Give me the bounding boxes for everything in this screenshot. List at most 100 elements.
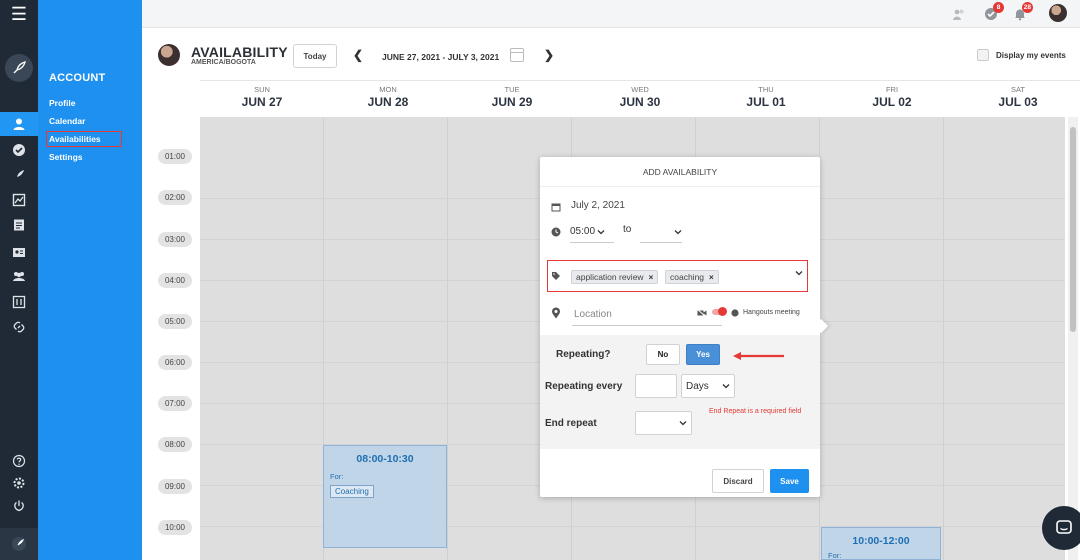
- day-header-sun: SUN JUN 27: [241, 85, 283, 109]
- event-time: 08:00-10:30: [356, 453, 414, 465]
- time-label: 10:00: [158, 520, 192, 535]
- team-icon[interactable]: [0, 264, 38, 288]
- tasks-check-icon[interactable]: 8: [982, 2, 1004, 23]
- calendar-scrollbar[interactable]: [1068, 117, 1078, 560]
- remove-tag-icon[interactable]: ×: [649, 273, 654, 282]
- date-range: JUNE 27, 2021 - JULY 3, 2021: [382, 52, 500, 62]
- notifications-badge: 28: [1021, 2, 1033, 13]
- display-events-checkbox[interactable]: [977, 49, 989, 61]
- chat-icon: [1056, 520, 1072, 534]
- hangouts-toggle[interactable]: [712, 307, 727, 316]
- time-label: 01:00: [158, 149, 192, 164]
- add-availability-modal: ADD AVAILABILITY July 2, 2021 05:00 to a…: [540, 157, 820, 497]
- clock-icon: [551, 227, 561, 237]
- day-header-fri: FRI JUL 02: [872, 85, 912, 109]
- calendar-picker-icon[interactable]: [510, 48, 524, 62]
- sidebar-item-availabilities[interactable]: Availabilities: [46, 131, 122, 147]
- chevron-down-icon: [679, 421, 687, 426]
- time-label: 06:00: [158, 355, 192, 370]
- repeating-label: Repeating?: [556, 349, 611, 360]
- sidebar-heading: ACCOUNT: [49, 72, 106, 84]
- video-off-icon: [697, 308, 707, 318]
- tasks-badge: 8: [993, 2, 1004, 13]
- time-label: 05:00: [158, 314, 192, 329]
- link-icon[interactable]: [0, 315, 38, 339]
- rocket-footer-icon: [0, 528, 38, 560]
- day-header-mon: MON JUN 28: [367, 85, 409, 109]
- icon-rail: ☰: [0, 0, 38, 560]
- timezone-label: AMERICA/BOGOTA: [191, 59, 256, 66]
- time-label: 08:00: [158, 437, 192, 452]
- display-events-label: Display my events: [996, 51, 1066, 60]
- gear-icon[interactable]: [0, 471, 38, 495]
- scrollbar-thumb[interactable]: [1070, 127, 1076, 332]
- hangouts-label: Hangouts meeting: [743, 309, 800, 316]
- to-label: to: [623, 224, 632, 235]
- rocket-icon[interactable]: [0, 163, 38, 187]
- top-bar: 8 28: [142, 0, 1080, 28]
- hamburger-menu-icon[interactable]: ☰: [0, 0, 38, 28]
- end-repeat-select[interactable]: [635, 411, 692, 435]
- event-block-friday[interactable]: 10:00-12:00 For:: [821, 527, 941, 560]
- help-icon[interactable]: [0, 449, 38, 473]
- annotation-arrow-icon: [733, 352, 784, 360]
- repeat-unit-select[interactable]: Days: [681, 374, 735, 398]
- sidebar-item-settings[interactable]: Settings: [49, 152, 83, 162]
- next-week-arrow-icon[interactable]: ❯: [544, 48, 554, 62]
- end-repeat-label: End repeat: [545, 418, 597, 429]
- sidebar-item-calendar[interactable]: Calendar: [49, 116, 85, 126]
- selected-date[interactable]: July 2, 2021: [571, 200, 625, 211]
- start-time-select[interactable]: 05:00: [570, 221, 614, 243]
- tag-chip: application review ×: [571, 270, 659, 284]
- user-avatar[interactable]: [1049, 4, 1067, 22]
- time-label: 09:00: [158, 479, 192, 494]
- chevron-down-icon: [597, 229, 605, 234]
- page-title: AVAILABILITY: [191, 44, 288, 60]
- chevron-down-icon[interactable]: [795, 270, 803, 276]
- discard-button[interactable]: Discard: [712, 469, 764, 493]
- end-time-select[interactable]: [640, 221, 682, 243]
- chart-icon[interactable]: [0, 188, 38, 212]
- event-tag: Coaching: [330, 485, 374, 498]
- end-repeat-error: End Repeat is a required field: [709, 408, 802, 415]
- users-icon[interactable]: [950, 5, 968, 23]
- sidebar-item-profile[interactable]: Profile: [49, 98, 75, 108]
- user-icon[interactable]: [0, 112, 38, 136]
- page-header: AVAILABILITY AMERICA/BOGOTA Today ❮ JUNE…: [142, 28, 1080, 80]
- location-pin-icon: [551, 307, 561, 319]
- rocket-logo-icon[interactable]: [5, 54, 33, 82]
- time-label: 02:00: [158, 190, 192, 205]
- document-icon[interactable]: [0, 213, 38, 237]
- repeating-every-label: Repeating every: [545, 381, 623, 392]
- today-button[interactable]: Today: [293, 44, 337, 68]
- remove-tag-icon[interactable]: ×: [709, 273, 714, 282]
- chat-launcher-button[interactable]: [1042, 506, 1080, 550]
- day-header-thu: THU JUL 01: [746, 85, 786, 109]
- time-label: 03:00: [158, 232, 192, 247]
- event-for-label: For:: [828, 551, 842, 560]
- event-time: 10:00-12:00: [852, 535, 910, 547]
- check-circle-icon[interactable]: [0, 138, 38, 162]
- prev-week-arrow-icon[interactable]: ❮: [353, 48, 363, 62]
- tag-icon: [551, 271, 561, 281]
- day-header-wed: WED JUN 30: [619, 85, 661, 109]
- day-header-row: SUN JUN 27 MON JUN 28 TUE JUN 29 WED JUN 30 …: [200, 80, 1080, 116]
- repeat-count-input[interactable]: [635, 374, 677, 398]
- power-icon[interactable]: [0, 494, 38, 518]
- save-button[interactable]: Save: [770, 469, 809, 493]
- bell-icon[interactable]: 28: [1011, 2, 1033, 23]
- repeat-yes-button[interactable]: Yes: [686, 344, 720, 365]
- sliders-icon[interactable]: [0, 290, 38, 314]
- event-block-coaching[interactable]: 08:00-10:30 For: Coaching: [323, 445, 447, 548]
- chevron-down-icon: [722, 384, 730, 389]
- tags-select[interactable]: application review × coaching ×: [547, 260, 808, 292]
- account-sidebar: ACCOUNT Profile Calendar Availabilities …: [38, 0, 142, 560]
- modal-title: ADD AVAILABILITY: [540, 157, 820, 187]
- repeat-unit-value: Days: [686, 380, 709, 392]
- id-card-icon[interactable]: [0, 240, 38, 264]
- repeat-no-button[interactable]: No: [646, 344, 680, 365]
- hangouts-icon: [731, 309, 739, 317]
- day-header-tue: TUE JUN 29: [491, 85, 533, 109]
- time-label: 04:00: [158, 273, 192, 288]
- start-time-value: 05:00: [570, 226, 596, 237]
